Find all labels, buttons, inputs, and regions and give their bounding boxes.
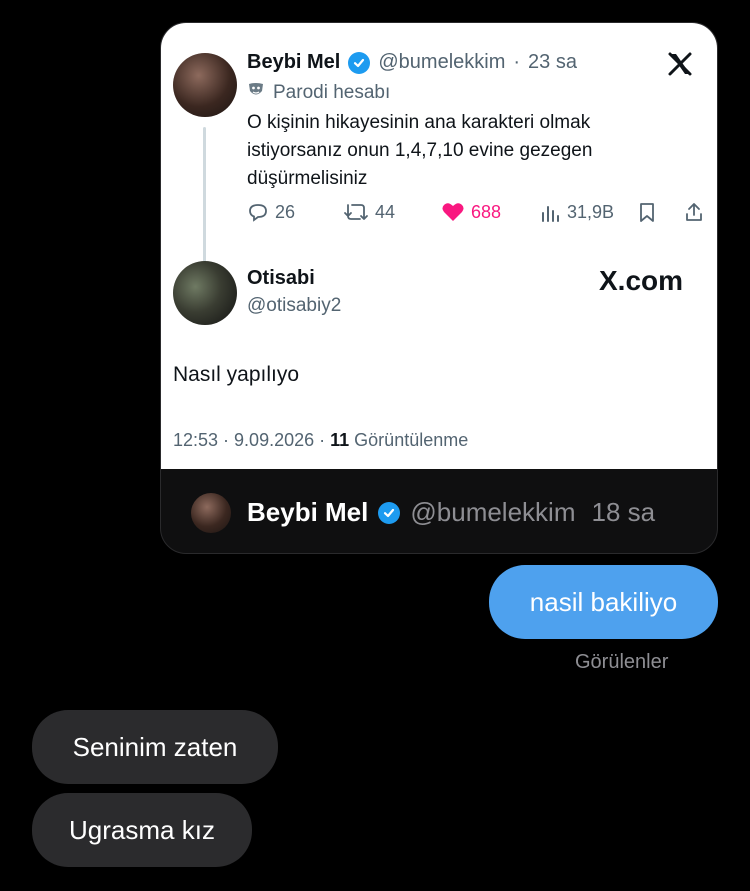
author-name: Beybi Mel xyxy=(247,51,341,73)
footer-author-handle: @bumelekkim xyxy=(410,497,576,527)
x-logo-icon xyxy=(667,51,693,82)
thread-line xyxy=(203,127,206,277)
share-icon xyxy=(686,203,702,221)
reply-views-count: 11 xyxy=(330,430,350,450)
avatar xyxy=(173,53,237,117)
parody-label: Parodi hesabı xyxy=(247,81,390,104)
parody-text: Parodi hesabı xyxy=(273,81,391,103)
reply-button[interactable]: 26 xyxy=(247,201,295,223)
reply-author-name: Otisabi xyxy=(247,267,315,289)
card-footer-author: Beybi Mel @bumelekkim 18 sa xyxy=(247,497,655,528)
bookmark-icon xyxy=(640,203,654,222)
author-handle: @bumelekkim xyxy=(378,51,506,73)
heart-icon xyxy=(442,203,464,221)
seen-status: Görülenler xyxy=(575,651,669,673)
reply-timestamp: 12:53 · 9.09.2026 · xyxy=(173,430,331,450)
verified-badge-icon xyxy=(348,51,371,74)
tweet-text: O kişinin hikayesinin ana karakteri olma… xyxy=(247,109,687,193)
like-count: 688 xyxy=(471,201,502,222)
x-com-brand: X.com xyxy=(599,265,684,296)
like-button[interactable]: 688 xyxy=(441,201,501,223)
share-button[interactable] xyxy=(683,201,705,223)
retweet-icon xyxy=(344,204,368,220)
views-button[interactable]: 31,9B xyxy=(539,201,614,223)
avatar xyxy=(191,493,231,533)
reply-meta: 12:53 · 9.09.2026 · 11 Görüntülenme xyxy=(173,430,468,451)
footer-time: 18 sa xyxy=(591,497,656,527)
reply-author-handle: @otisabiy2 xyxy=(247,295,342,316)
bookmark-button[interactable] xyxy=(637,201,657,223)
retweet-count: 44 xyxy=(375,201,396,222)
views-icon xyxy=(542,206,559,222)
tweet-time: 23 sa xyxy=(528,51,577,73)
reply-views-label: Görüntülenme xyxy=(354,430,469,450)
footer-author-name: Beybi Mel xyxy=(247,497,369,527)
tweet-text-line: istiyorsanız onun 1,4,7,10 evine gezegen xyxy=(247,140,593,161)
avatar xyxy=(173,261,237,325)
verified-badge-icon xyxy=(378,501,401,524)
reply-icon xyxy=(249,204,267,222)
tweet-text-line: O kişinin hikayesinin ana karakteri olma… xyxy=(247,112,591,133)
incoming-message[interactable]: Ugrasma kız xyxy=(32,793,252,867)
parody-mask-icon xyxy=(247,81,265,104)
dot-separator: · xyxy=(513,51,521,73)
tweet-screenshot: Beybi Mel @bumelekkim · 23 sa Parodi hes… xyxy=(161,23,717,470)
card-footer[interactable]: Beybi Mel @bumelekkim 18 sa xyxy=(161,469,717,553)
tweet-text-line: düşürmelisiniz xyxy=(247,168,368,189)
tweet-header: Beybi Mel @bumelekkim · 23 sa xyxy=(247,51,577,74)
incoming-message[interactable]: Seninim zaten xyxy=(32,710,278,784)
outgoing-message[interactable]: nasil bakiliyo xyxy=(489,565,718,639)
retweet-button[interactable]: 44 xyxy=(343,201,395,223)
reply-count: 26 xyxy=(275,201,296,222)
views-count: 31,9B xyxy=(567,201,615,222)
shared-tweet-card[interactable]: Beybi Mel @bumelekkim · 23 sa Parodi hes… xyxy=(160,22,718,554)
reply-text: Nasıl yapılıyo xyxy=(173,363,300,386)
